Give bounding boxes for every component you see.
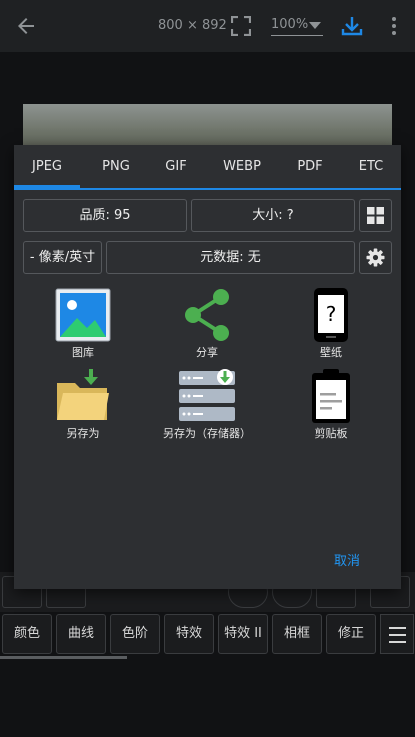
top-app-bar: 800 × 892 100%: [0, 0, 415, 52]
format-tabs: JPEG PNG GIF WEBP PDF ETC: [14, 145, 401, 190]
clipboard-action[interactable]: 剪贴板: [276, 369, 386, 441]
tab-png[interactable]: PNG: [84, 145, 148, 188]
tab-webp[interactable]: WEBP: [208, 145, 276, 188]
menu-icon-bar: [389, 641, 406, 643]
save-as-storage-action[interactable]: 另存为（存储器）: [152, 369, 262, 441]
share-icon: [185, 289, 229, 341]
wallpaper-action[interactable]: ? 壁纸: [276, 288, 386, 360]
tab-etc[interactable]: ETC: [346, 145, 396, 188]
wallpaper-label: 壁纸: [320, 346, 342, 359]
cancel-button[interactable]: 取消: [334, 550, 360, 569]
back-arrow-icon[interactable]: [14, 14, 38, 38]
gallery-label: 图库: [72, 346, 94, 359]
clipboard-icon: [312, 369, 350, 423]
tab-effects-ii[interactable]: 特效 II: [218, 614, 268, 654]
fullscreen-icon[interactable]: [231, 16, 251, 36]
more-vert-icon[interactable]: [388, 14, 400, 38]
menu-button[interactable]: [380, 614, 414, 654]
zoom-select[interactable]: 100%: [271, 12, 323, 36]
grid-icon: [367, 207, 384, 224]
tab-gif[interactable]: GIF: [148, 145, 204, 188]
size-button[interactable]: 大小: ?: [191, 199, 355, 232]
horizontal-scrollbar[interactable]: [0, 656, 127, 659]
share-label: 分享: [196, 346, 218, 359]
menu-icon-bar: [389, 634, 406, 636]
save-as-storage-label: 另存为（存储器）: [163, 427, 251, 440]
metadata-button[interactable]: 元数据: 无: [106, 241, 355, 274]
storage-server-icon: [179, 369, 235, 421]
save-dialog: JPEG PNG GIF WEBP PDF ETC 品质: 95 大小: ? -…: [14, 145, 401, 589]
quality-button[interactable]: 品质: 95: [23, 199, 187, 232]
save-as-label: 另存为: [66, 427, 100, 440]
download-icon[interactable]: [340, 14, 364, 38]
clipboard-label: 剪贴板: [314, 427, 348, 440]
tab-effects[interactable]: 特效: [164, 614, 214, 654]
gallery-action[interactable]: 图库: [28, 288, 138, 360]
tab-frame[interactable]: 相框: [272, 614, 322, 654]
wallpaper-icon: ?: [314, 288, 348, 342]
save-as-action[interactable]: 另存为: [28, 369, 138, 441]
menu-icon: [389, 627, 406, 629]
ppi-button[interactable]: - 像素/英寸: [23, 241, 102, 274]
share-action[interactable]: 分享: [152, 288, 262, 360]
zoom-value: 100%: [271, 17, 309, 32]
gear-icon: [366, 248, 385, 267]
tab-correct[interactable]: 修正: [326, 614, 376, 654]
tab-jpeg[interactable]: JPEG: [14, 145, 80, 188]
tab-color[interactable]: 颜色: [2, 614, 52, 654]
chevron-down-icon: [309, 22, 321, 29]
tab-pdf[interactable]: PDF: [284, 145, 336, 188]
folder-download-icon: [57, 369, 109, 420]
tab-curves[interactable]: 曲线: [56, 614, 106, 654]
svg-text:?: ?: [326, 302, 337, 326]
grid-options-button[interactable]: [359, 199, 392, 232]
settings-button[interactable]: [359, 241, 392, 274]
image-dimensions: 800 × 892: [158, 18, 227, 33]
bottom-tabs: 颜色 曲线 色阶 特效 特效 II 相框 修正: [0, 614, 415, 654]
tab-levels[interactable]: 色阶: [110, 614, 160, 654]
gallery-icon: [55, 288, 111, 342]
